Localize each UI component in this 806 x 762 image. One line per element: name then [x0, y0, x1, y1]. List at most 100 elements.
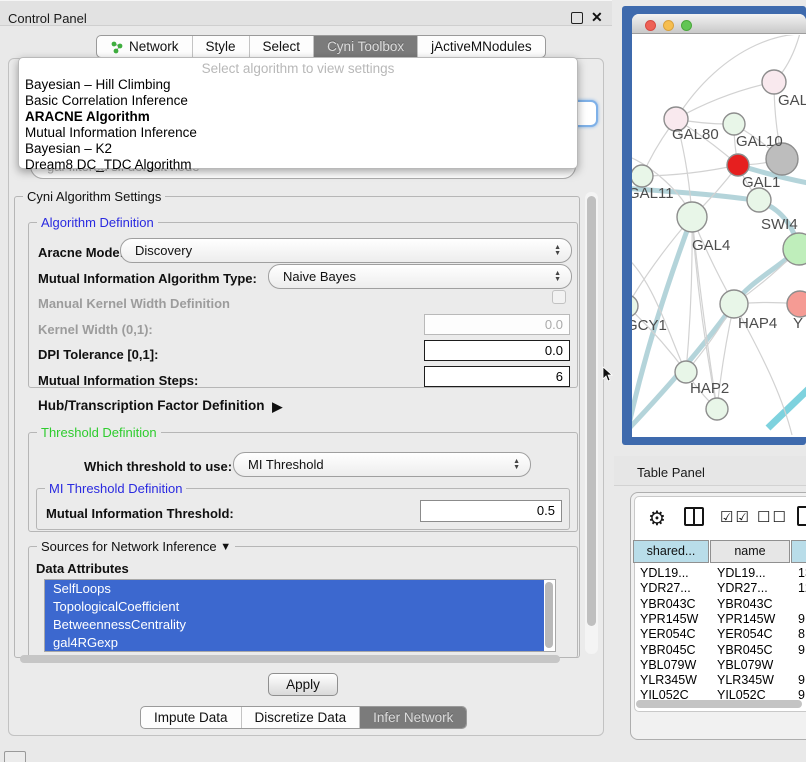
zoom-traffic-icon[interactable] — [681, 20, 692, 31]
cyni-algorithm-settings-title: Cyni Algorithm Settings — [23, 189, 165, 204]
table-cell[interactable]: YLR345W — [640, 673, 697, 687]
tab-cyni-toolbox[interactable]: Cyni Toolbox — [314, 36, 418, 57]
minimize-traffic-icon[interactable] — [663, 20, 674, 31]
algorithm-option[interactable]: ARACNE Algorithm — [19, 109, 577, 125]
node-label: GAL — [778, 92, 806, 109]
aracne-mode-value: Discovery — [135, 243, 192, 258]
close-traffic-icon[interactable] — [645, 20, 656, 31]
attribute-item-selected[interactable]: gal4RGexp — [45, 634, 544, 652]
tab-select[interactable]: Select — [250, 36, 315, 57]
mi-algorithm-type-label: Mutual Information Algorithm Type: — [38, 271, 257, 286]
checked-boxes-icon[interactable]: ☑☑ — [720, 508, 751, 526]
algorithm-option[interactable]: Bayesian – K2 — [19, 141, 577, 157]
document-icon[interactable] — [797, 506, 806, 526]
algorithm-option[interactable]: Basic Correlation Inference — [19, 93, 577, 109]
aracne-mode-combo[interactable]: Discovery ▲▼ — [120, 238, 572, 263]
float-window-icon[interactable] — [571, 12, 583, 24]
mi-steps-label: Mutual Information Steps: — [38, 373, 198, 388]
table-cell[interactable]: 12... — [798, 581, 806, 595]
column-header[interactable]: name — [710, 540, 790, 563]
node-label: HAP2 — [690, 380, 729, 397]
algorithm-dropdown-list: Select algorithm to view settings Bayesi… — [18, 57, 578, 169]
algorithm-option[interactable]: Mutual Information Inference — [19, 125, 577, 141]
unchecked-boxes-icon[interactable]: ☐☐ — [757, 508, 788, 526]
graph-node-gal4[interactable] — [677, 202, 707, 232]
network-window-titlebar[interactable] — [632, 14, 806, 34]
stepper-icon: ▲▼ — [513, 453, 520, 476]
kernel-width-field[interactable]: 0.0 — [424, 314, 570, 335]
data-attributes-list[interactable]: SelfLoopsTopologicalCoefficientBetweenne… — [44, 579, 556, 652]
graph-node-hap4[interactable] — [720, 290, 748, 318]
mi-algorithm-type-combo[interactable]: Naive Bayes ▲▼ — [268, 264, 572, 289]
attribute-item-selected[interactable]: BetweennessCentrality — [45, 616, 544, 634]
attribute-item-selected[interactable]: TopologicalCoefficient — [45, 598, 544, 616]
aracne-mode-label: Aracne Mode: — [38, 245, 124, 260]
node-label: GAL1 — [742, 174, 780, 191]
table-horizontal-scrollbar[interactable] — [636, 700, 802, 708]
tab-style[interactable]: Style — [193, 36, 250, 57]
tab-label: Cyni Toolbox — [327, 39, 404, 54]
table-cell[interactable]: YER054C — [640, 627, 696, 641]
table-cell[interactable]: YDR27... — [717, 581, 768, 595]
node-label: GAL80 — [672, 126, 719, 143]
hub-section-toggle[interactable]: Hub/Transcription Factor Definition ▶ — [38, 398, 278, 414]
network-icon — [110, 40, 124, 54]
mouse-cursor — [602, 366, 614, 382]
table-cell[interactable]: YPR145W — [717, 612, 775, 626]
settings-vertical-scrollbar[interactable] — [587, 196, 596, 626]
table-cell[interactable]: YDL19... — [717, 566, 766, 580]
columns-icon[interactable] — [684, 507, 704, 526]
gear-icon[interactable]: ⚙ — [648, 506, 666, 531]
column-header[interactable]: shared... — [633, 540, 709, 563]
table-cell[interactable]: YBR045C — [640, 643, 696, 657]
network-canvas[interactable]: GALGAL80GAL10GAL1GAL11SWI4GAL4GCY1HAP4YH… — [632, 35, 806, 437]
table-cell[interactable]: 9. — [798, 643, 806, 657]
graph-node-swi4[interactable] — [747, 188, 771, 212]
algorithm-option[interactable]: Dream8 DC_TDC Algorithm — [19, 157, 577, 173]
tab-infer-network[interactable]: Infer Network — [360, 707, 466, 728]
graph-node-gal10[interactable] — [723, 113, 745, 135]
table-cell[interactable]: YBR043C — [717, 597, 773, 611]
tab-label: jActiveMNodules — [431, 39, 532, 54]
table-cell[interactable]: 9. — [798, 673, 806, 687]
table-cell[interactable]: YDL19... — [640, 566, 689, 580]
close-icon[interactable]: ✕ — [591, 9, 603, 26]
minimized-panel-box[interactable] — [4, 751, 26, 762]
table-cell[interactable]: 8. — [798, 627, 806, 641]
dpi-tolerance-label: DPI Tolerance [0,1]: — [38, 347, 158, 362]
attribute-item-selected[interactable]: SelfLoops — [45, 580, 544, 598]
mi-steps-field[interactable]: 6 — [424, 366, 570, 387]
control-panel-title: Control Panel — [8, 11, 87, 26]
node-label: Y — [793, 315, 803, 332]
list-scrollbar[interactable] — [545, 582, 553, 648]
tab-discretize-data[interactable]: Discretize Data — [242, 707, 361, 728]
table-cell[interactable]: YBR043C — [640, 597, 696, 611]
table-cell[interactable]: YPR145W — [640, 612, 698, 626]
table-cell[interactable]: YBL079W — [640, 658, 696, 672]
graph-node[interactable] — [706, 398, 728, 420]
graph-node-gal[interactable] — [762, 70, 786, 94]
table-cell[interactable]: YBR045C — [717, 643, 773, 657]
manual-kernel-width-checkbox[interactable] — [552, 290, 566, 304]
table-cell[interactable]: 13... — [798, 566, 806, 580]
table-cell[interactable]: YER054C — [717, 627, 773, 641]
apply-button[interactable]: Apply — [268, 673, 338, 696]
settings-horizontal-scrollbar[interactable] — [20, 655, 560, 663]
graph-node-gal1[interactable] — [727, 154, 749, 176]
mi-threshold-field[interactable]: 0.5 — [420, 500, 562, 522]
table-cell[interactable]: YDR27... — [640, 581, 691, 595]
collapse-down-icon[interactable]: ▼ — [220, 541, 231, 553]
column-header[interactable] — [791, 540, 806, 563]
tab-jactivemnodules[interactable]: jActiveMNodules — [418, 36, 545, 57]
graph-node-y[interactable] — [787, 291, 806, 317]
which-threshold-combo[interactable]: MI Threshold ▲▼ — [233, 452, 531, 477]
table-cell[interactable]: YBL079W — [717, 658, 773, 672]
tab-impute-data[interactable]: Impute Data — [141, 707, 242, 728]
graph-node-gal11[interactable] — [632, 165, 653, 187]
graph-node-gcy1[interactable] — [632, 295, 638, 317]
algorithm-option[interactable]: Bayesian – Hill Climbing — [19, 77, 577, 93]
table-cell[interactable]: YLR345W — [717, 673, 774, 687]
table-cell[interactable]: 9. — [798, 612, 806, 626]
tab-network[interactable]: Network — [97, 36, 193, 57]
dpi-tolerance-field[interactable]: 0.0 — [424, 340, 570, 361]
